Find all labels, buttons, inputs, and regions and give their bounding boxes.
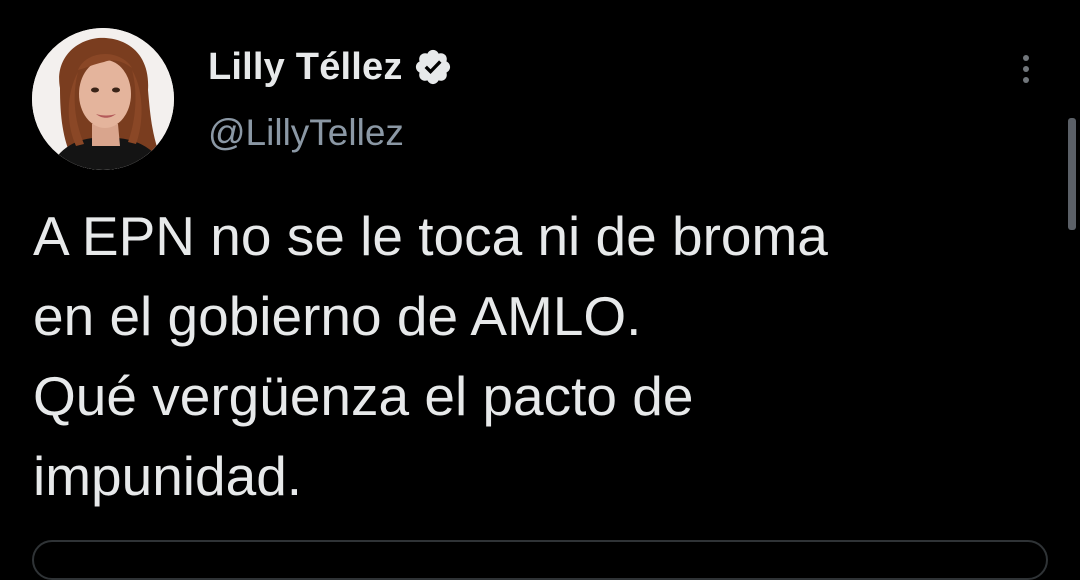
tweet-text-line: en el gobierno de AMLO. [33,285,642,347]
author-handle[interactable]: @LillyTellez [208,112,404,154]
verified-badge-icon [413,47,453,87]
more-options-icon[interactable] [1014,50,1038,90]
tweet: Lilly Téllez @LillyTellez A EPN no se le… [0,0,1080,580]
embedded-card-edge[interactable] [32,540,1048,580]
tweet-text: A EPN no se le toca ni de broma en el go… [33,196,1043,516]
tweet-text-line: Qué vergüenza el pacto de [33,365,694,427]
avatar-image [32,28,174,170]
avatar[interactable] [32,28,174,170]
scrollbar-thumb[interactable] [1068,118,1076,230]
author-display-name[interactable]: Lilly Téllez [208,46,403,89]
author-name-row: Lilly Téllez [208,44,453,90]
tweet-text-line: A EPN no se le toca ni de broma [33,205,828,267]
tweet-text-line: impunidad. [33,445,303,507]
